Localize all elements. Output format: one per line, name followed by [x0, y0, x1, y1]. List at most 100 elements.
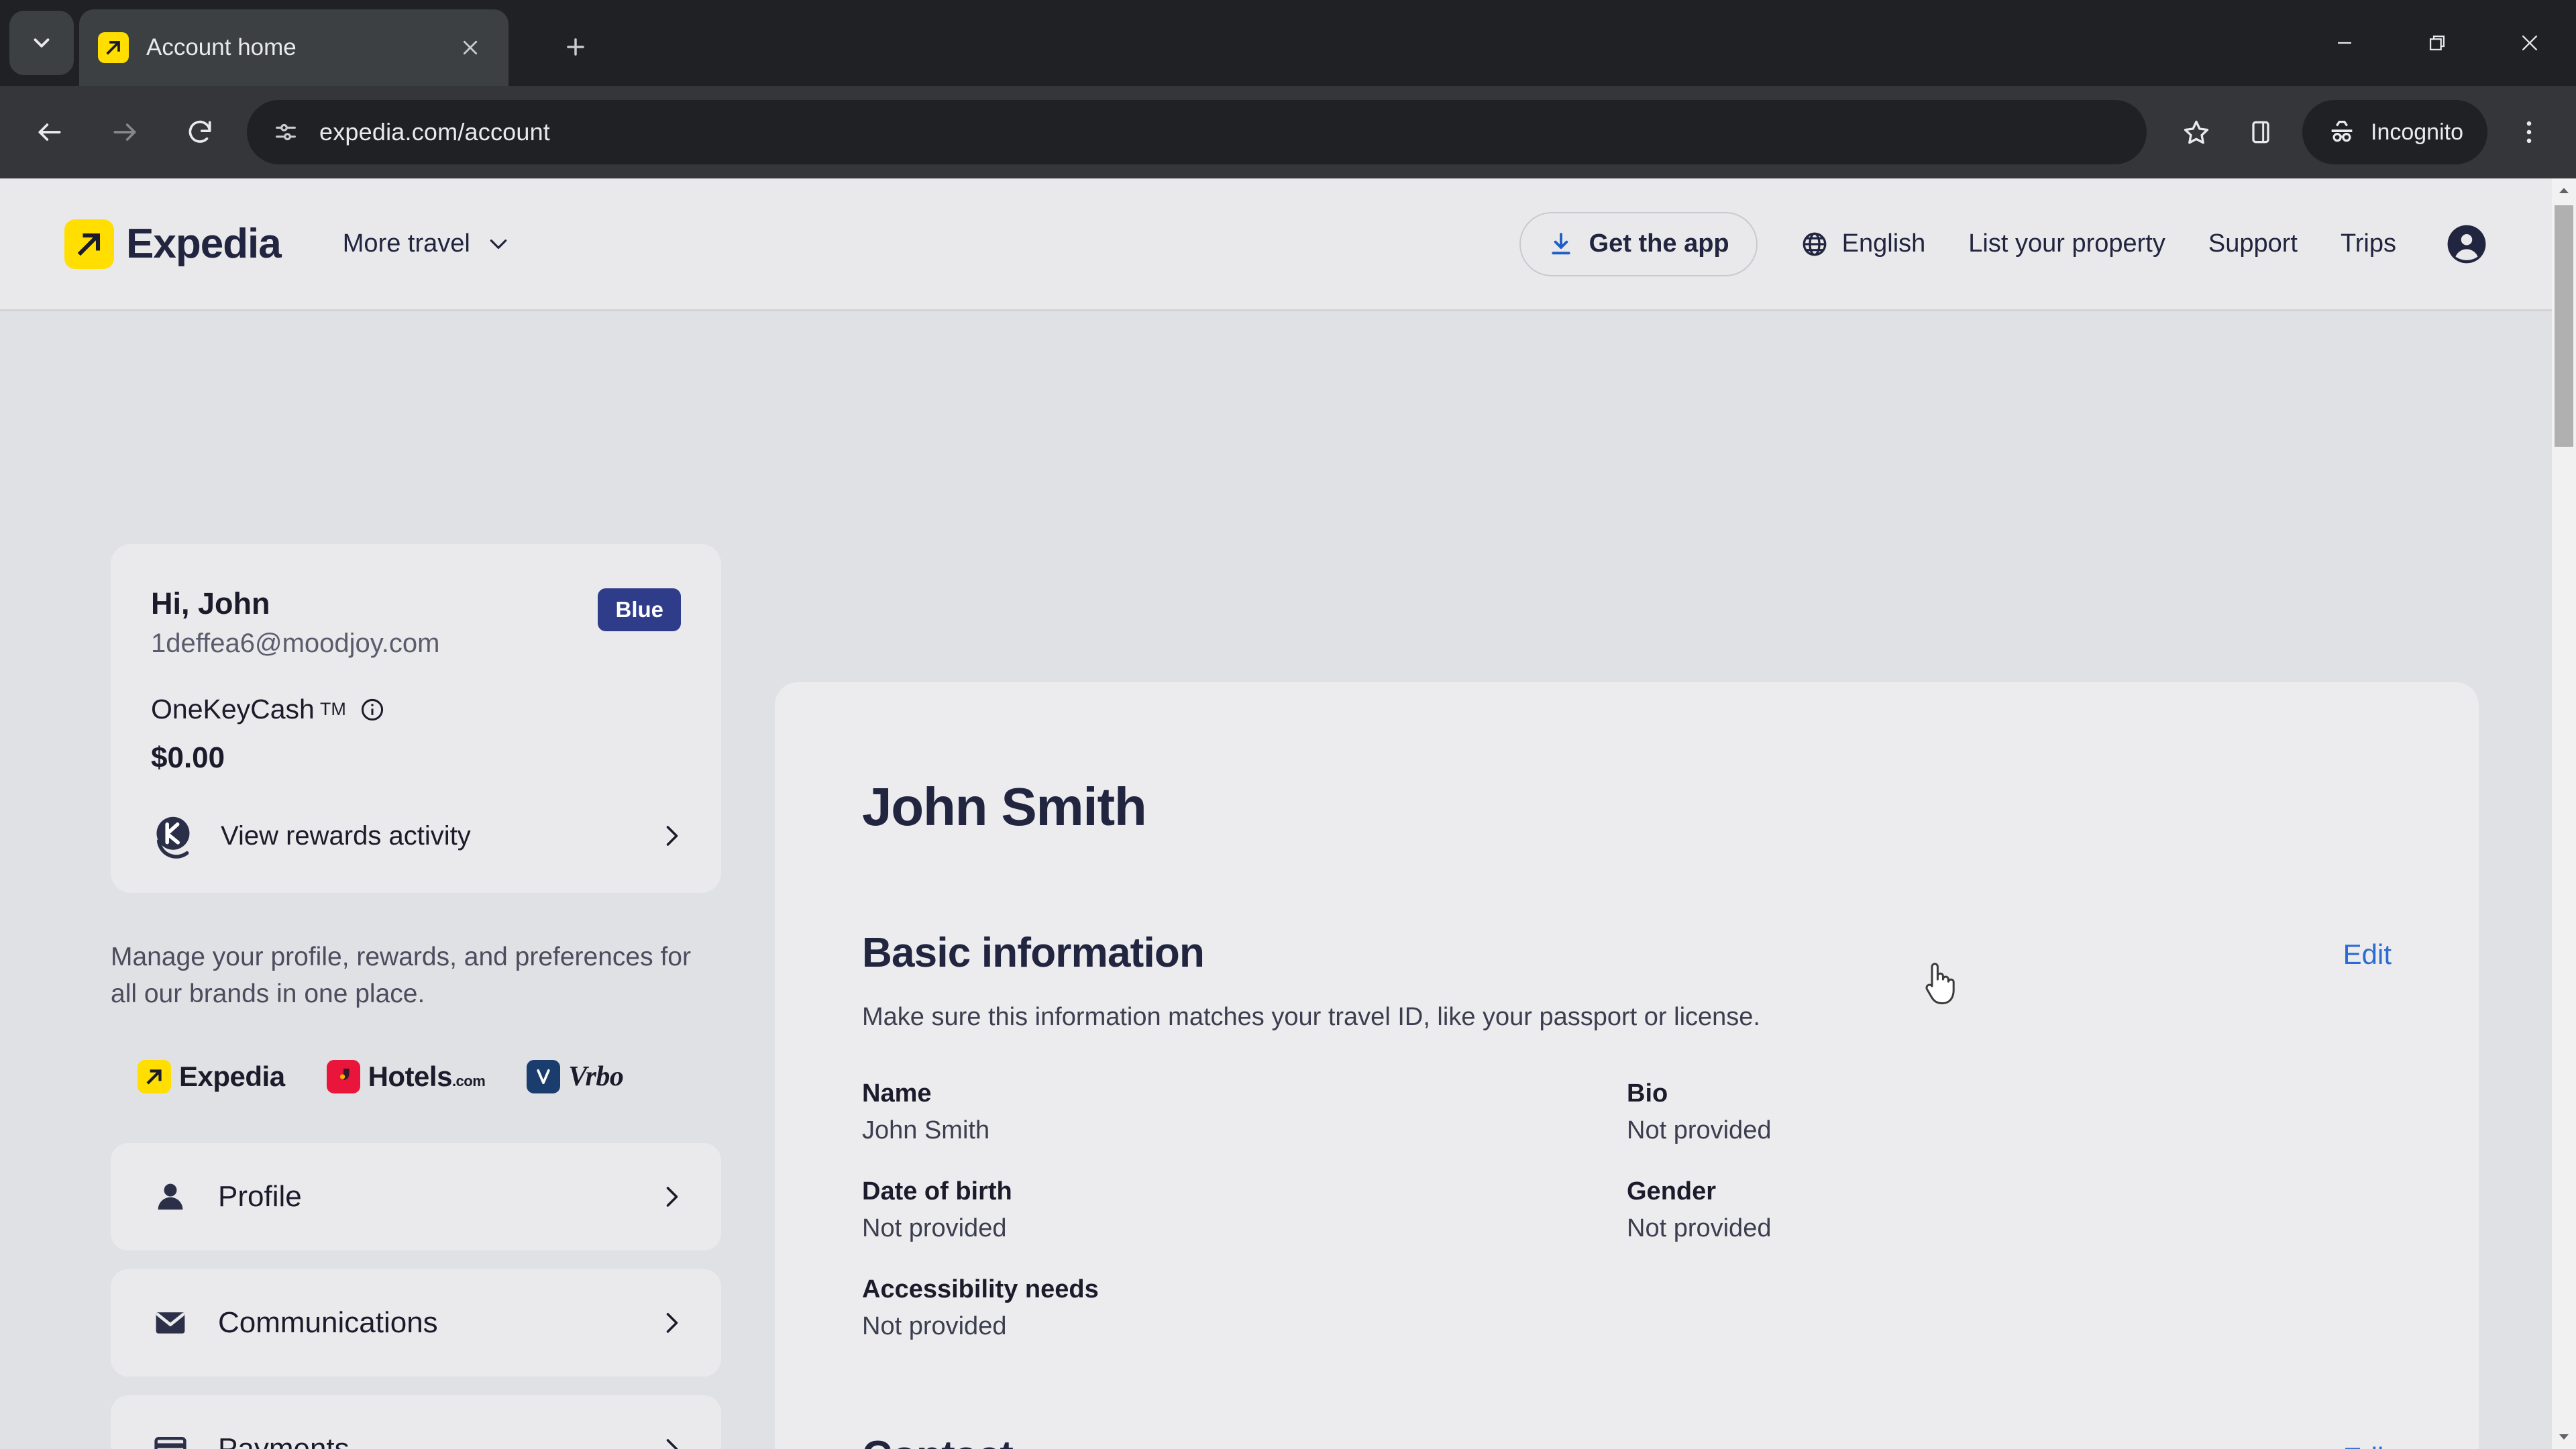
reload-icon — [189, 120, 211, 143]
field-label: Accessibility needs — [862, 1275, 1099, 1304]
brand-name: Expedia — [126, 221, 282, 267]
incognito-label: Incognito — [2371, 119, 2463, 145]
field-empty — [1627, 1275, 2392, 1341]
hotels-mark-icon — [326, 1059, 360, 1093]
brand-logo-vrbo: Vrbo — [527, 1059, 624, 1093]
arrow-right-icon — [113, 123, 136, 141]
sidebar-item-payments[interactable]: Payments — [111, 1395, 721, 1449]
chevron-right-icon — [663, 1435, 681, 1449]
expedia-mark-icon — [138, 1059, 171, 1093]
person-icon — [151, 1177, 190, 1216]
browser-tab-title: Account home — [146, 34, 297, 60]
scrollbar-thumb[interactable] — [2555, 205, 2573, 447]
onekeycash-label: OneKeyCash — [151, 694, 315, 724]
expedia-mark-icon — [64, 219, 114, 269]
onekey-badge-icon — [151, 812, 198, 859]
field-value: Not provided — [1627, 1214, 1772, 1243]
trips-link[interactable]: Trips — [2341, 229, 2396, 258]
scroll-up-button[interactable] — [2552, 178, 2576, 203]
chevron-down-icon — [488, 237, 509, 252]
support-link[interactable]: Support — [2208, 229, 2298, 258]
greeting-text: Hi, John — [151, 586, 270, 621]
credit-card-glyph — [154, 1436, 186, 1449]
page-content: Hi, John 1deffea6@moodjoy.com Blue OneKe… — [0, 313, 2552, 1449]
browser-tab[interactable]: Account home — [79, 9, 508, 86]
page-viewport: Expedia More travel Get the app English … — [0, 178, 2576, 1449]
account-avatar-button[interactable] — [2446, 223, 2487, 265]
field-value: Not provided — [862, 1312, 1007, 1341]
window-controls — [2298, 0, 2576, 86]
account-email: 1deffea6@moodjoy.com — [151, 629, 440, 658]
sidebar-item-label: Payments — [218, 1432, 350, 1449]
vrbo-v-icon — [537, 1069, 550, 1084]
close-tab-button[interactable] — [451, 28, 490, 67]
view-rewards-activity-label: View rewards activity — [221, 820, 471, 851]
sidebar-nav-list: Profile Communications Payments — [111, 1142, 721, 1449]
account-circle-icon — [2447, 225, 2486, 263]
expedia-favicon-icon — [98, 32, 129, 63]
scroll-down-button[interactable] — [2552, 1425, 2576, 1449]
chrome-menu-button[interactable] — [2497, 100, 2561, 164]
sidebar-blurb: Manage your profile, rewards, and prefer… — [111, 943, 691, 1009]
field-bio: Bio Not provided — [1627, 1079, 2392, 1145]
page-scrollbar[interactable] — [2552, 178, 2576, 1449]
reload-button[interactable] — [162, 95, 237, 170]
expedia-logo[interactable]: Expedia — [64, 219, 282, 269]
info-button[interactable] — [360, 697, 385, 722]
globe-icon — [1803, 232, 1827, 256]
maximize-window-button[interactable] — [2391, 0, 2483, 86]
brand-logo-label: Vrbo — [568, 1061, 624, 1092]
brand-logo-label: Hotels.com — [368, 1060, 486, 1092]
bookmark-button[interactable] — [2164, 100, 2229, 164]
close-window-button[interactable] — [2483, 0, 2576, 86]
envelope-icon — [151, 1303, 190, 1342]
back-button[interactable] — [12, 95, 87, 170]
field-label: Date of birth — [862, 1177, 1012, 1206]
section-description: Make sure this information matches your … — [862, 1003, 1760, 1031]
browser-toolbar: expedia.com/account Incognito — [0, 86, 2576, 178]
arrow-left-icon — [38, 123, 61, 141]
hotels-pin-icon — [339, 1068, 350, 1080]
minimize-icon — [2338, 42, 2351, 44]
forward-button[interactable] — [87, 95, 162, 170]
list-your-property-link[interactable]: List your property — [1968, 229, 2165, 258]
sidebar-item-profile[interactable]: Profile — [111, 1142, 721, 1250]
more-travel-menu[interactable]: More travel — [343, 229, 509, 258]
edit-basic-information-button[interactable]: Edit — [2343, 938, 2392, 971]
language-selector[interactable]: English — [1801, 229, 1925, 258]
restore-icon — [2429, 35, 2445, 51]
edit-contact-button[interactable]: Edit — [2343, 1442, 2392, 1449]
account-details-panel: John Smith Basic information Edit Make s… — [775, 682, 2479, 1449]
page-title: John Smith — [862, 777, 1147, 837]
tier-badge: Blue — [598, 588, 681, 631]
download-icon — [1552, 232, 1570, 254]
incognito-indicator[interactable]: Incognito — [2302, 100, 2487, 164]
tab-search-button[interactable] — [9, 11, 74, 75]
support-label: Support — [2208, 229, 2298, 258]
plus-icon — [567, 38, 584, 56]
view-rewards-activity-link[interactable]: View rewards activity — [151, 812, 681, 859]
chevron-right-icon — [663, 1183, 681, 1211]
side-panel-button[interactable] — [2229, 100, 2293, 164]
field-label: Name — [862, 1079, 932, 1108]
field-label: Gender — [1627, 1177, 1717, 1206]
sidebar-item-label: Communications — [218, 1305, 438, 1339]
address-bar[interactable]: expedia.com/account — [247, 100, 2147, 164]
info-icon — [361, 698, 383, 720]
chevron-down-icon — [34, 38, 50, 48]
expedia-arrow-icon — [77, 233, 101, 256]
field-value: Not provided — [1627, 1116, 1772, 1145]
get-the-app-button[interactable]: Get the app — [1519, 211, 1758, 276]
field-value: Not provided — [862, 1214, 1007, 1243]
field-label: Bio — [1627, 1079, 1668, 1108]
site-settings-icon[interactable] — [267, 113, 305, 151]
field-date-of-birth: Date of birth Not provided — [862, 1177, 1627, 1243]
field-accessibility-needs: Accessibility needs Not provided — [862, 1275, 1627, 1341]
minimize-window-button[interactable] — [2298, 0, 2391, 86]
section-title: Contact — [862, 1432, 2343, 1449]
sidebar-item-communications[interactable]: Communications — [111, 1269, 721, 1377]
section-basic-information: Basic information Edit Make sure this in… — [862, 929, 2392, 1341]
trademark-label: TM — [319, 699, 346, 719]
new-tab-button[interactable] — [551, 23, 600, 71]
brand-logo-hotels: Hotels.com — [326, 1059, 486, 1093]
